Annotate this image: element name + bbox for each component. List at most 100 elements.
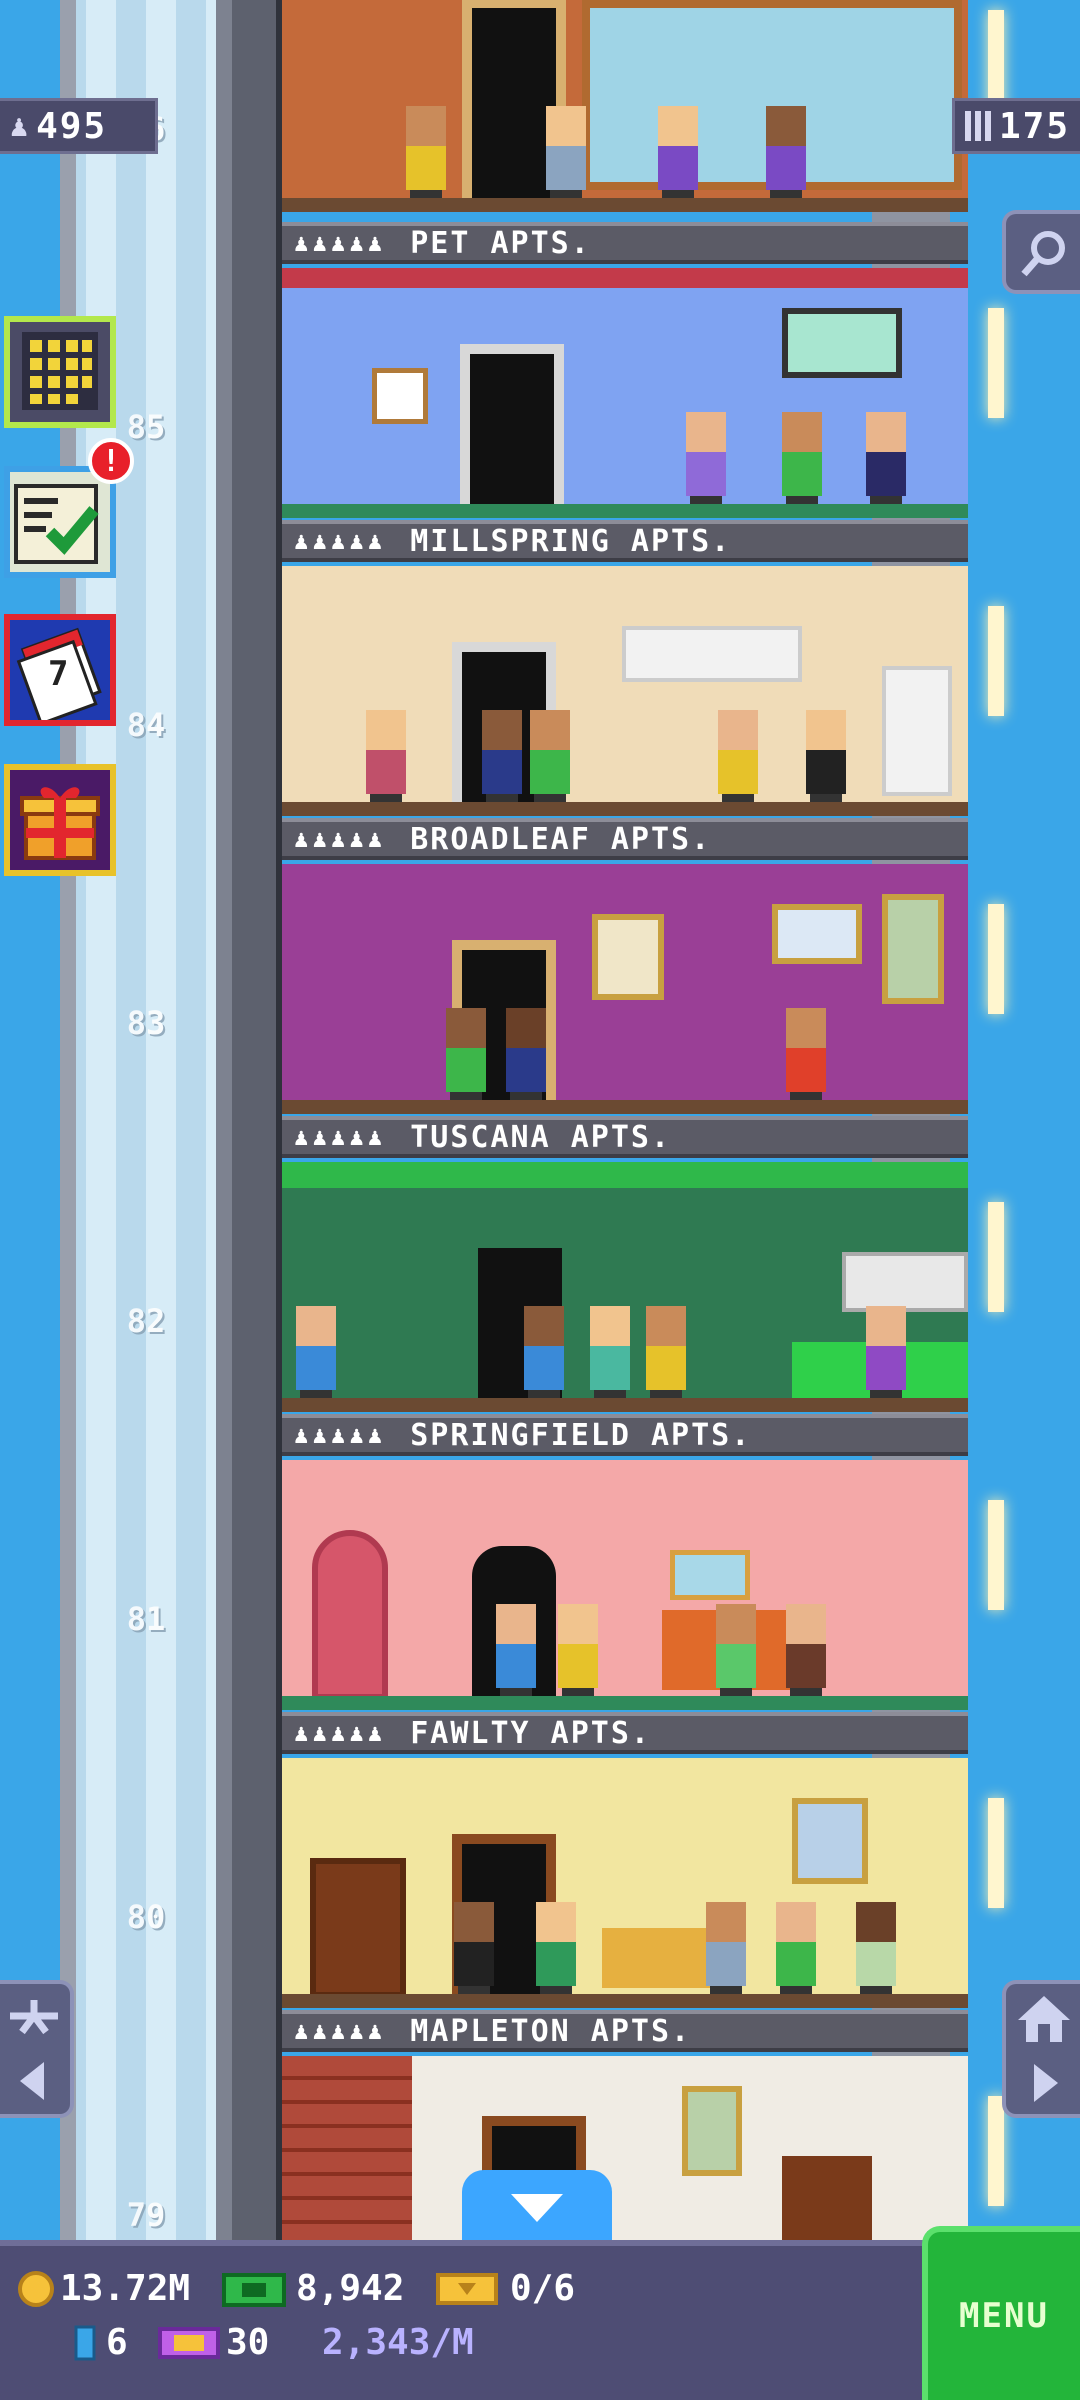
sofa — [602, 1928, 712, 1988]
floor-room[interactable] — [282, 864, 968, 1114]
floor-count-value: 175 — [998, 105, 1070, 147]
refrigerator — [882, 666, 952, 796]
bitizen[interactable] — [292, 1306, 340, 1398]
bitizen[interactable] — [802, 710, 850, 802]
missions-button[interactable] — [4, 466, 116, 578]
building-icon — [22, 332, 98, 410]
bitizen[interactable] — [702, 1902, 750, 1994]
residents-icon: ♟♟♟♟♟ — [294, 527, 387, 555]
vip-stat[interactable]: 30 — [158, 2322, 269, 2363]
bitizen[interactable] — [450, 1902, 498, 1994]
bitizen[interactable] — [778, 412, 826, 504]
ceiling-trim — [282, 268, 968, 288]
bitizen[interactable] — [442, 1008, 490, 1100]
bux-stat[interactable]: 8,942 — [222, 2268, 404, 2309]
coin-icon — [18, 2270, 54, 2307]
search-button[interactable] — [1002, 210, 1080, 294]
stairwell-light — [988, 1202, 1004, 1312]
picture-frame — [592, 914, 664, 1000]
floor-label: ♟♟♟♟♟ FAWLTY APTS. — [282, 1712, 968, 1754]
stairwell-light — [988, 2096, 1004, 2206]
bitizen[interactable] — [782, 1604, 830, 1696]
aquarium — [782, 308, 902, 378]
menu-button[interactable]: MENU — [922, 2226, 1080, 2400]
gift-icon — [20, 787, 100, 860]
floor-label: ♟♟♟♟♟ MAPLETON APTS. — [282, 2010, 968, 2052]
vip-count: 30 — [226, 2322, 270, 2363]
lobby-button[interactable] — [1002, 1980, 1080, 2118]
golden-ticket-icon — [158, 2326, 220, 2359]
arrow-right-icon — [1034, 2064, 1058, 2102]
floor-name: MAPLETON APTS. — [410, 2013, 692, 2049]
ticket-icon — [436, 2272, 498, 2305]
bitizen[interactable] — [852, 1902, 900, 1994]
bitizen[interactable] — [502, 1008, 550, 1100]
bitizen[interactable] — [362, 710, 410, 802]
bitizen[interactable] — [862, 412, 910, 504]
residents-icon: ♟♟♟♟♟ — [294, 825, 387, 853]
tickets-stat[interactable]: 0/6 — [436, 2268, 575, 2309]
bitizen[interactable] — [478, 710, 526, 802]
bitizen[interactable] — [532, 1902, 580, 1994]
ceiling-trim — [282, 1162, 968, 1188]
bitizen[interactable] — [402, 106, 450, 198]
bitizen[interactable] — [520, 1306, 568, 1398]
floor-room[interactable] — [282, 1460, 968, 1710]
residents-icon: ♟♟♟♟♟ — [294, 1719, 387, 1747]
bitizen[interactable] — [682, 412, 730, 504]
floor-room[interactable] — [282, 268, 968, 518]
bookshelf — [782, 2156, 872, 2240]
brick-wall — [282, 2056, 412, 2240]
residents-icon: ♟♟♟♟♟ — [294, 2017, 387, 2045]
side-door — [312, 1530, 388, 1700]
floor-name: SPRINGFIELD APTS. — [410, 1417, 752, 1453]
bitizen[interactable] — [712, 1604, 760, 1696]
checklist-icon — [14, 484, 99, 564]
resource-bar — [0, 2240, 1080, 2400]
build-menu-button[interactable] — [4, 316, 116, 428]
bitizen[interactable] — [862, 1306, 910, 1398]
floor-name: BROADLEAF APTS. — [410, 821, 712, 857]
bitizen[interactable] — [772, 1902, 820, 1994]
bitizen[interactable] — [492, 1604, 540, 1696]
bitizen[interactable] — [782, 1008, 830, 1100]
gift-button[interactable] — [4, 764, 116, 876]
bitizen[interactable] — [526, 710, 574, 802]
floor-room[interactable] — [282, 566, 968, 816]
scroll-down-button[interactable] — [462, 2170, 612, 2246]
vip-elevator-button[interactable] — [0, 1980, 74, 2118]
floor-room[interactable] — [282, 1758, 968, 2008]
picture-frame — [792, 1798, 868, 1884]
elevator-floor-number: 79 — [126, 2196, 166, 2234]
bitizen[interactable] — [762, 106, 810, 198]
income-rate-value: 2,343/M — [322, 2322, 474, 2363]
bitizen-stat[interactable]: 6 — [74, 2322, 128, 2363]
floor-count-icon — [965, 111, 991, 141]
bitizen[interactable] — [554, 1604, 602, 1696]
coins-stat[interactable]: 13.72M — [16, 2268, 190, 2309]
stairwell-light — [988, 1500, 1004, 1610]
stairwell-light — [988, 904, 1004, 1014]
floor-room[interactable] — [282, 2056, 968, 2240]
floor-room[interactable] — [282, 1162, 968, 1412]
bitizen[interactable] — [586, 1306, 634, 1398]
bitizen[interactable] — [642, 1306, 690, 1398]
bitizen[interactable] — [714, 710, 762, 802]
floor-label: ♟♟♟♟♟ PET APTS. — [282, 222, 968, 264]
arrow-left-icon — [20, 2062, 44, 2100]
bux-icon — [222, 2272, 286, 2307]
floor-room[interactable] — [282, 0, 968, 212]
calendar-button[interactable]: 7 — [4, 614, 116, 726]
kitchen-cabinet — [622, 626, 802, 682]
population-counter[interactable]: ♟ 495 — [0, 98, 158, 154]
elevator-floor-number: 82 — [126, 1302, 166, 1340]
menu-label: MENU — [959, 2296, 1049, 2336]
coins-value: 13.72M — [60, 2268, 191, 2309]
floor-counter[interactable]: 175 — [952, 98, 1080, 154]
bitizen[interactable] — [542, 106, 590, 198]
picture-frame — [772, 904, 862, 964]
calendar-day: 7 — [48, 654, 69, 694]
picture-frame — [682, 2086, 742, 2176]
picture-frame — [372, 368, 428, 424]
bitizen[interactable] — [654, 106, 702, 198]
